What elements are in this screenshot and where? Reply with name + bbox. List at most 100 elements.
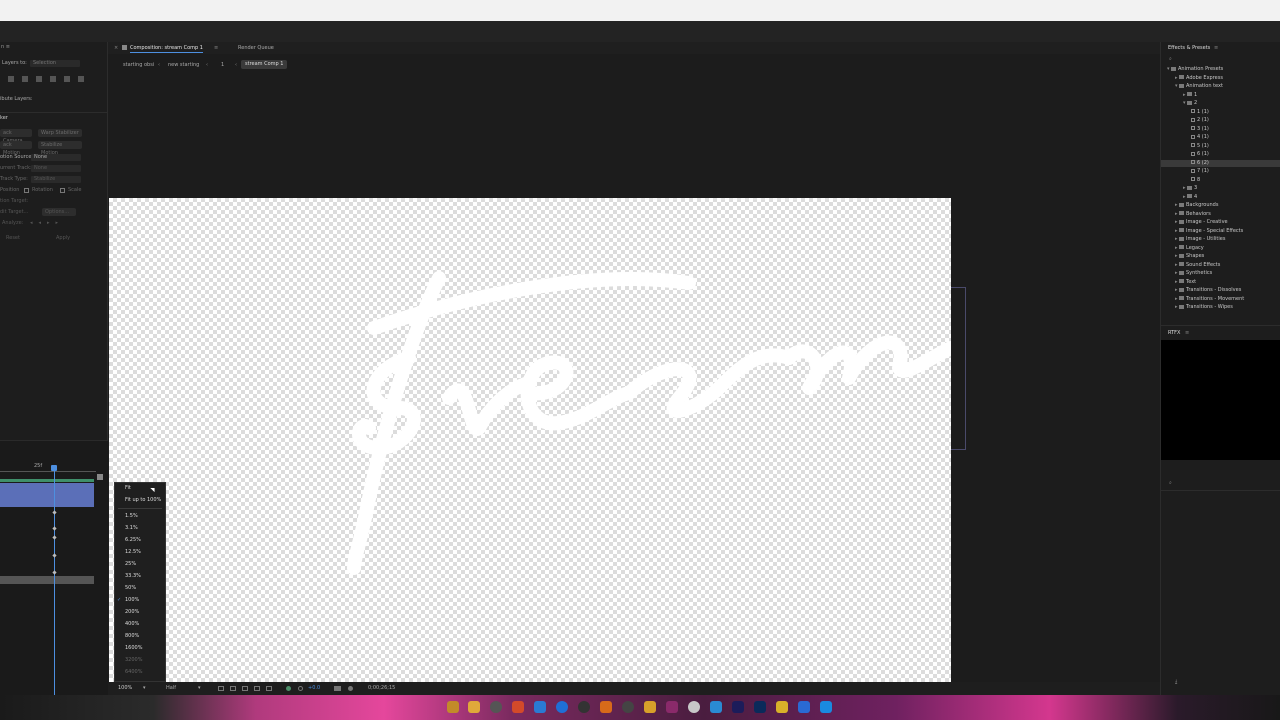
show-snapshot-icon[interactable]: [348, 686, 353, 691]
timeline-scroll-icon[interactable]: [97, 474, 103, 480]
preset-folder[interactable]: ▸ Behaviors: [1175, 211, 1211, 218]
apply-button[interactable]: Apply: [56, 235, 70, 242]
track-motion-button[interactable]: ack Motion: [0, 141, 32, 156]
reset-button[interactable]: Reset: [6, 235, 20, 242]
current-track-select[interactable]: None: [31, 165, 81, 172]
align-bottom-icon[interactable]: [78, 76, 84, 82]
taskbar-app-icon[interactable]: [732, 701, 744, 713]
align-center-icon[interactable]: [22, 76, 28, 82]
preset-item[interactable]: 8: [1191, 177, 1200, 184]
preset-folder[interactable]: ▸ 3: [1183, 185, 1197, 192]
zoom-option[interactable]: 12.5%: [125, 549, 141, 556]
track-camera-button[interactable]: ack Camera: [0, 129, 32, 144]
preset-folder[interactable]: ▸ Synthetics: [1175, 270, 1212, 277]
taskbar-app-icon[interactable]: [600, 701, 612, 713]
breadcrumb-item[interactable]: starting obsi: [123, 62, 154, 69]
preset-item[interactable]: 4 (1): [1191, 134, 1209, 141]
taskbar-app-icon[interactable]: [556, 701, 568, 713]
preset-folder[interactable]: ▸ 4: [1183, 194, 1197, 201]
preset-folder[interactable]: ▸ Image - Utilities: [1175, 236, 1225, 243]
taskbar-app-icon[interactable]: [688, 701, 700, 713]
position-checkbox-label[interactable]: Position: [0, 187, 19, 194]
taskbar-app-icon[interactable]: [468, 701, 480, 713]
taskbar-app-icon[interactable]: [578, 701, 590, 713]
preset-folder[interactable]: ▾ Animation text: [1175, 83, 1223, 90]
current-timecode[interactable]: 0;00;26;15: [368, 685, 395, 692]
preset-item[interactable]: 5 (1): [1191, 143, 1209, 150]
taskbar-app-icon[interactable]: [447, 701, 459, 713]
keyframe[interactable]: [52, 553, 57, 558]
grid-guides-icon[interactable]: [254, 686, 260, 691]
taskbar-app-icon[interactable]: [776, 701, 788, 713]
motion-source-select[interactable]: None: [31, 154, 81, 161]
preset-folder[interactable]: ▸ Transitions - Movement: [1175, 296, 1244, 303]
preset-folder[interactable]: ▾ 2: [1183, 100, 1197, 107]
chevron-down-icon[interactable]: ▾: [143, 685, 146, 692]
edit-target-button[interactable]: dit Target...: [0, 209, 28, 216]
zoom-option[interactable]: 1600%: [125, 645, 142, 652]
align-middle-icon[interactable]: [64, 76, 70, 82]
zoom-option[interactable]: 1.5%: [125, 513, 138, 520]
preset-folder[interactable]: ▸ Image - Special Effects: [1175, 228, 1243, 235]
align-top-icon[interactable]: [50, 76, 56, 82]
tab-menu-icon[interactable]: ≡: [214, 45, 218, 52]
preset-folder[interactable]: ▸ Image - Creative: [1175, 219, 1228, 226]
mask-visibility-icon[interactable]: [242, 686, 248, 691]
zoom-option[interactable]: 25%: [125, 561, 136, 568]
panel-menu-icon[interactable]: ≡: [1214, 45, 1218, 52]
breadcrumb-item[interactable]: new starting: [168, 62, 199, 69]
preset-item[interactable]: 6 (2): [1161, 159, 1280, 167]
panel-menu-icon[interactable]: ≡: [1185, 330, 1189, 337]
exposure-value[interactable]: +0.0: [308, 685, 320, 692]
preset-folder[interactable]: ▸ Sound Effects: [1175, 262, 1220, 269]
preset-folder[interactable]: ▸ Shapes: [1175, 253, 1204, 260]
rotation-checkbox[interactable]: [24, 188, 29, 193]
preset-item[interactable]: 3 (1): [1191, 126, 1209, 133]
zoom-option[interactable]: Fit up to 100%: [125, 497, 161, 504]
options-button[interactable]: Options...: [42, 208, 76, 216]
taskbar-app-icon[interactable]: [534, 701, 546, 713]
preset-folder[interactable]: ▸ Transitions - Wipes: [1175, 304, 1233, 311]
taskbar-app-icon[interactable]: [644, 701, 656, 713]
taskbar-app-icon[interactable]: [710, 701, 722, 713]
keyframe[interactable]: [52, 510, 57, 515]
taskbar-app-icon[interactable]: [490, 701, 502, 713]
align-right-icon[interactable]: [36, 76, 42, 82]
tab-render-queue[interactable]: Render Queue: [238, 45, 274, 52]
preset-folder[interactable]: ▸ Text: [1175, 279, 1196, 286]
resolution-select[interactable]: Half: [166, 685, 176, 692]
preset-item[interactable]: 7 (1): [1191, 168, 1209, 175]
zoom-option[interactable]: 3.1%: [125, 525, 138, 532]
zoom-option[interactable]: Fit: [125, 485, 131, 492]
exposure-reset-icon[interactable]: [298, 686, 303, 691]
region-of-interest-icon[interactable]: [218, 686, 224, 691]
zoom-option[interactable]: 100%: [125, 597, 139, 604]
layer-bar[interactable]: [0, 483, 94, 507]
composition-canvas[interactable]: [109, 198, 951, 682]
work-area-bar[interactable]: [0, 479, 94, 482]
zoom-option[interactable]: 50%: [125, 585, 136, 592]
tab-composition[interactable]: Composition: stream Comp 1: [130, 45, 203, 53]
warp-stabilizer-button[interactable]: Warp Stabilizer: [38, 129, 82, 137]
preset-folder[interactable]: ▸ 1: [1183, 92, 1197, 99]
zoom-option[interactable]: 3200%: [125, 657, 142, 664]
analyze-controls[interactable]: ◂◂▸▸: [30, 220, 64, 227]
zoom-select[interactable]: 100%: [118, 685, 132, 692]
download-icon[interactable]: ⤓: [1175, 679, 1177, 686]
chevron-down-icon[interactable]: ▾: [198, 685, 201, 692]
taskbar-app-icon[interactable]: [512, 701, 524, 713]
preset-item[interactable]: 1 (1): [1191, 109, 1209, 116]
align-to-select[interactable]: Selection: [30, 60, 80, 67]
preset-folder[interactable]: ▸ Legacy: [1175, 245, 1204, 252]
scale-checkbox[interactable]: [60, 188, 65, 193]
stabilize-motion-button[interactable]: Stabilize Motion: [38, 141, 82, 156]
breadcrumb-current[interactable]: stream Comp 1: [241, 60, 288, 69]
preset-item[interactable]: 2 (1): [1191, 117, 1209, 124]
zoom-option[interactable]: 200%: [125, 609, 139, 616]
keyframe[interactable]: [52, 570, 57, 575]
zoom-option[interactable]: 6400%: [125, 669, 142, 676]
transparency-grid-icon[interactable]: [230, 686, 236, 691]
preset-folder[interactable]: ▸ Transitions - Dissolves: [1175, 287, 1241, 294]
search-icon[interactable]: ⌕: [1169, 480, 1172, 487]
zoom-option[interactable]: 800%: [125, 633, 139, 640]
